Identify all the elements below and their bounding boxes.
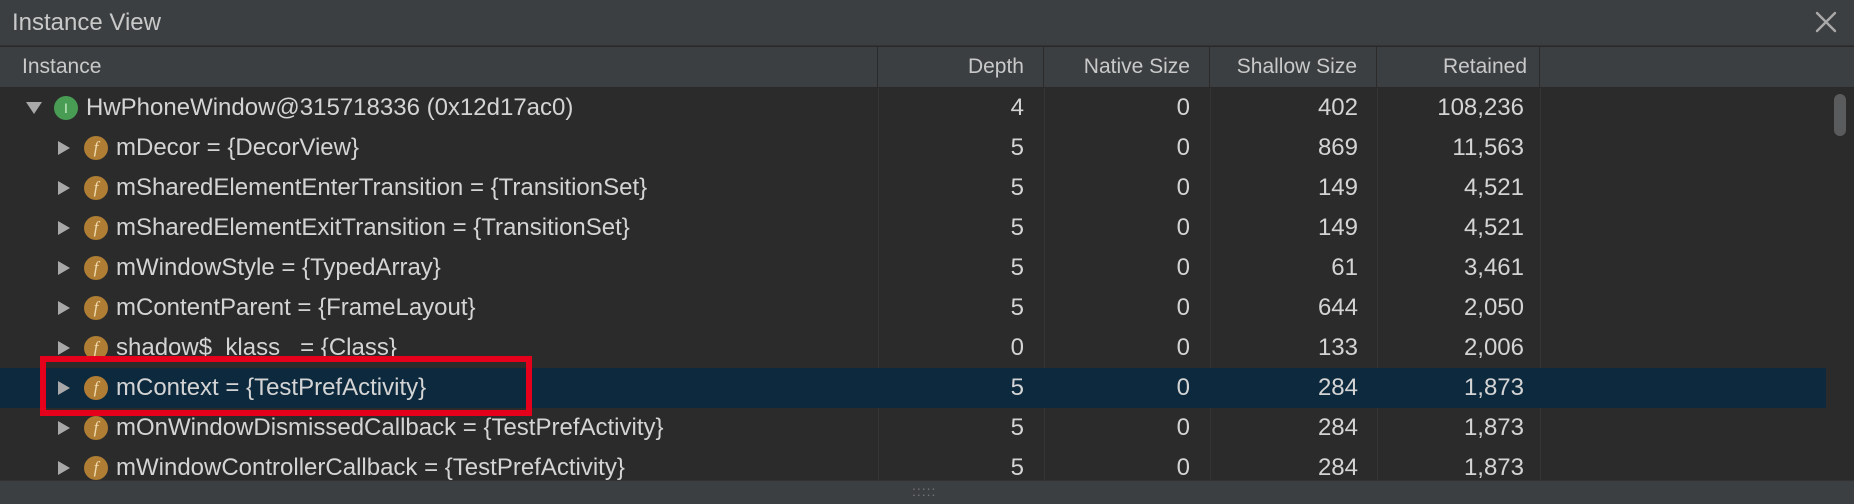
retained-size-value: 2,050 (1463, 294, 1524, 321)
triangle-right-icon[interactable] (54, 248, 74, 288)
retained-size-value: 1,873 (1463, 454, 1524, 480)
shallow-size-value: 149 (1317, 214, 1358, 241)
depth-value: 5 (1010, 174, 1024, 201)
instance-name: mSharedElementExitTransition = {Transiti… (116, 214, 630, 241)
retained-size-value: 3,461 (1463, 254, 1524, 281)
retained-size-value: 2,006 (1463, 334, 1524, 361)
shallow-size-value: 402 (1317, 94, 1358, 121)
depth-value: 0 (1010, 334, 1024, 361)
retained-size-value: 1,873 (1463, 414, 1524, 441)
retained-size-value: 4,521 (1463, 174, 1524, 201)
field-badge-icon: f (84, 256, 108, 280)
field-badge-icon: f (84, 176, 108, 200)
depth-value: 5 (1010, 214, 1024, 241)
table-row[interactable]: f mSharedElementExitTransition = {Transit… (0, 208, 1826, 248)
field-badge-icon: f (84, 296, 108, 320)
depth-value: 5 (1010, 254, 1024, 281)
field-badge-icon: f (84, 216, 108, 240)
retained-size-value: 1,873 (1463, 374, 1524, 401)
retained-size-value: 108,236 (1437, 94, 1524, 121)
close-icon[interactable] (1812, 8, 1840, 36)
panel-title: Instance View (12, 9, 161, 36)
triangle-right-icon[interactable] (54, 288, 74, 328)
depth-value: 5 (1010, 454, 1024, 480)
native-size-value: 0 (1176, 134, 1190, 161)
instance-name: mWindowControllerCallback = {TestPrefAct… (116, 454, 625, 480)
table-row[interactable]: f mContentParent = {FrameLayout} 5 0 644 2,05… (0, 288, 1826, 328)
triangle-right-icon[interactable] (54, 208, 74, 248)
native-size-value: 0 (1176, 414, 1190, 441)
resize-grip-icon[interactable]: ::::: (912, 483, 936, 499)
shallow-size-value: 869 (1317, 134, 1358, 161)
shallow-size-value: 149 (1317, 174, 1358, 201)
depth-value: 4 (1010, 94, 1024, 121)
shallow-size-value: 61 (1331, 254, 1358, 281)
column-label: Native Size (1083, 55, 1190, 78)
shallow-size-value: 284 (1317, 454, 1358, 480)
depth-value: 5 (1010, 294, 1024, 321)
triangle-down-icon[interactable] (24, 88, 44, 128)
scrollbar-thumb[interactable] (1834, 94, 1846, 136)
shallow-size-value: 133 (1317, 334, 1358, 361)
retained-size-value: 4,521 (1463, 214, 1524, 241)
table-row[interactable]: f mDecor = {DecorView} 5 0 869 11,563 (0, 128, 1826, 168)
native-size-value: 0 (1176, 294, 1190, 321)
field-badge-icon: f (84, 136, 108, 160)
triangle-right-icon[interactable] (54, 168, 74, 208)
table-row[interactable]: f mSharedElementEnterTransition = {Transi… (0, 168, 1826, 208)
column-label: Shallow Size (1236, 55, 1357, 78)
native-size-value: 0 (1176, 254, 1190, 281)
column-header-depth[interactable]: Depth (878, 47, 1044, 87)
column-label: Instance (22, 55, 102, 78)
bottom-resize-bar[interactable]: ::::: (0, 480, 1854, 504)
table-header: Instance Depth Native Size Shallow Size … (0, 46, 1854, 118)
native-size-value: 0 (1176, 334, 1190, 361)
table-row[interactable]: f mWindowStyle = {TypedArray} 5 0 61 3,461 (0, 248, 1826, 288)
field-badge-icon: f (84, 456, 108, 480)
shallow-size-value: 644 (1317, 294, 1358, 321)
shallow-size-value: 284 (1317, 414, 1358, 441)
instance-name: mDecor = {DecorView} (116, 134, 359, 161)
column-header-retained-size[interactable]: Retained Size▼ (1377, 47, 1540, 118)
column-header-native-size[interactable]: Native Size (1044, 47, 1210, 87)
depth-value: 5 (1010, 134, 1024, 161)
column-label: Depth (967, 55, 1024, 78)
native-size-value: 0 (1176, 374, 1190, 401)
native-size-value: 0 (1176, 214, 1190, 241)
depth-value: 5 (1010, 374, 1024, 401)
table-row[interactable]: I HwPhoneWindow@315718336 (0x12d17ac0) 4 0 4… (0, 88, 1826, 128)
shallow-size-value: 284 (1317, 374, 1358, 401)
instance-table: I HwPhoneWindow@315718336 (0x12d17ac0) 4 0 4… (0, 88, 1826, 480)
retained-size-value: 11,563 (1452, 134, 1524, 161)
triangle-right-icon[interactable] (54, 448, 74, 480)
instance-badge-icon: I (54, 96, 78, 120)
vertical-scrollbar[interactable] (1826, 88, 1854, 480)
instance-name: HwPhoneWindow@315718336 (0x12d17ac0) (86, 94, 574, 121)
instance-name: mSharedElementEnterTransition = {Transit… (116, 174, 648, 201)
native-size-value: 0 (1176, 94, 1190, 121)
title-bar: Instance View (0, 0, 1854, 46)
instance-view-panel: Instance View Instance Depth Native Size… (0, 0, 1854, 504)
table-row[interactable]: f mWindowControllerCallback = {TestPrefAc… (0, 448, 1826, 480)
native-size-value: 0 (1176, 174, 1190, 201)
instance-name: mContentParent = {FrameLayout} (116, 294, 476, 321)
native-size-value: 0 (1176, 454, 1190, 480)
column-header-shallow-size[interactable]: Shallow Size (1210, 47, 1377, 87)
instance-name: mWindowStyle = {TypedArray} (116, 254, 441, 281)
triangle-right-icon[interactable] (54, 128, 74, 168)
field-badge-icon: f (84, 416, 108, 440)
depth-value: 5 (1010, 414, 1024, 441)
column-header-instance[interactable]: Instance (0, 47, 878, 87)
highlight-annotation-box (40, 356, 532, 416)
